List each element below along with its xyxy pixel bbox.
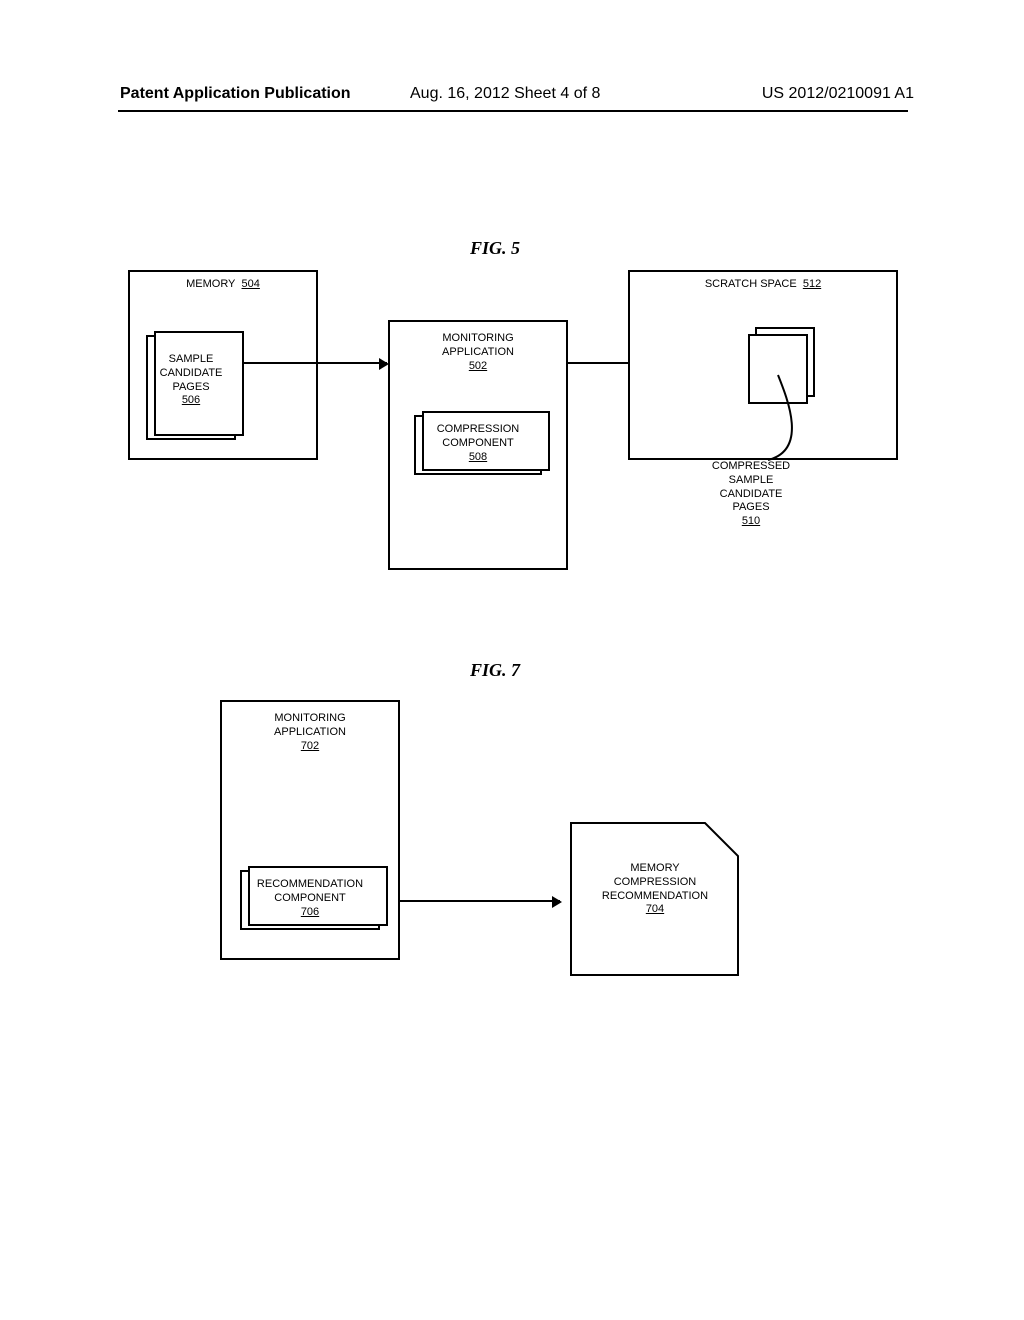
memory-ref: 504 bbox=[242, 278, 260, 290]
monitoring7-l2: APPLICATION bbox=[222, 726, 398, 740]
doc-l3: RECOMMENDATION bbox=[570, 890, 740, 904]
sample-l1: SAMPLE bbox=[148, 353, 234, 367]
arrow-memory-to-monitoring bbox=[242, 362, 387, 364]
compressed-l2: SAMPLE bbox=[686, 474, 816, 488]
monitoring7-l1: MONITORING bbox=[222, 712, 398, 726]
compressed-l1: COMPRESSED bbox=[686, 460, 816, 474]
doc-l1: MEMORY bbox=[570, 862, 740, 876]
page-header: Patent Application Publication Aug. 16, … bbox=[120, 85, 914, 105]
compression-component-box: COMPRESSION COMPONENT 508 bbox=[414, 415, 542, 475]
recommendation-ref: 706 bbox=[242, 906, 378, 920]
monitoring-l1: MONITORING bbox=[390, 332, 566, 346]
recommendation-l2: COMPONENT bbox=[242, 892, 378, 906]
compressed-pages-label: COMPRESSED SAMPLE CANDIDATE PAGES 510 bbox=[686, 460, 816, 529]
doc-ref: 704 bbox=[570, 903, 740, 917]
compression-l1: COMPRESSION bbox=[416, 423, 540, 437]
header-left: Patent Application Publication bbox=[120, 85, 351, 102]
compression-ref: 508 bbox=[416, 451, 540, 465]
compression-l2: COMPONENT bbox=[416, 437, 540, 451]
scratch-ref: 512 bbox=[803, 278, 821, 290]
sample-ref: 506 bbox=[148, 394, 234, 408]
sample-l2: CANDIDATE bbox=[148, 367, 234, 381]
recommendation-component-box: RECOMMENDATION COMPONENT 706 bbox=[240, 870, 380, 930]
sample-l3: PAGES bbox=[148, 381, 234, 395]
fig7-diagram: MONITORING APPLICATION 702 RECOMMENDATIO… bbox=[220, 700, 840, 1000]
recommendation-l1: RECOMMENDATION bbox=[242, 878, 378, 892]
scratch-title: SCRATCH SPACE bbox=[705, 278, 797, 290]
page: Patent Application Publication Aug. 16, … bbox=[0, 0, 1024, 1320]
compressed-pages-pointer-icon bbox=[718, 360, 838, 470]
doc-l2: COMPRESSION bbox=[570, 876, 740, 890]
monitoring7-ref: 702 bbox=[222, 740, 398, 754]
compressed-l4: PAGES bbox=[686, 501, 816, 515]
sample-pages-box: SAMPLE CANDIDATE PAGES 506 bbox=[146, 335, 236, 440]
arrow-recommendation-to-doc bbox=[400, 900, 560, 902]
fig7-caption: FIG. 7 bbox=[470, 660, 520, 681]
monitoring-l2: APPLICATION bbox=[390, 346, 566, 360]
header-rule bbox=[118, 110, 908, 112]
fig5-diagram: MEMORY 504 SAMPLE CANDIDATE PAGES 506 MO… bbox=[128, 270, 898, 570]
monitoring-ref: 502 bbox=[390, 360, 566, 374]
compressed-ref: 510 bbox=[686, 515, 816, 529]
memory-title: MEMORY bbox=[186, 278, 235, 290]
fig5-caption: FIG. 5 bbox=[470, 238, 520, 259]
document-label: MEMORY COMPRESSION RECOMMENDATION 704 bbox=[570, 862, 740, 917]
compressed-l3: CANDIDATE bbox=[686, 488, 816, 502]
header-date: Aug. 16, 2012 Sheet 4 of 8 bbox=[410, 85, 600, 103]
header-right: US 2012/0210091 A1 bbox=[762, 85, 914, 103]
